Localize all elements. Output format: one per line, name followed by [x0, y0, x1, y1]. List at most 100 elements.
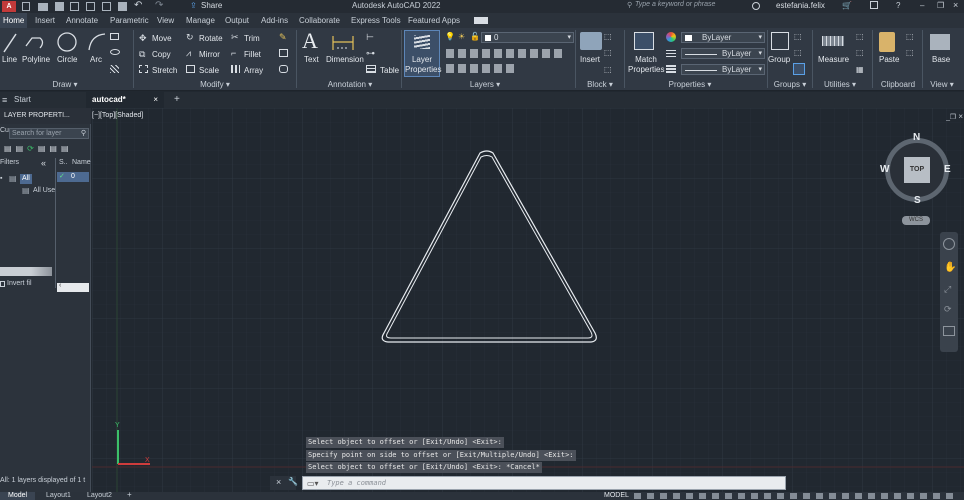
customize-icon[interactable]: 🔧: [288, 477, 298, 486]
tab-active-drawing[interactable]: autocad* ×: [86, 92, 164, 108]
utilities-panel-label[interactable]: Utilities ▾: [818, 79, 862, 90]
web-icon[interactable]: [86, 2, 95, 11]
layer-row[interactable]: ✓ 0: [57, 172, 89, 182]
layers-panel-label[interactable]: Layers ▾: [455, 79, 515, 90]
redo-icon[interactable]: ↷: [155, 0, 163, 11]
tab-view[interactable]: View: [157, 13, 174, 28]
select-all-icon[interactable]: ⬚: [856, 48, 864, 57]
layers-scrollbar[interactable]: ‹: [57, 282, 89, 292]
text-button[interactable]: Text: [304, 55, 319, 65]
layer-lock-icon[interactable]: 🔓: [470, 32, 480, 41]
new-layer-icon[interactable]: ▤: [38, 144, 46, 154]
model-space-toggle[interactable]: MODEL: [604, 492, 629, 500]
groups-panel-label[interactable]: Groups ▾: [770, 79, 810, 90]
viewport-restore-icon[interactable]: ❐: [950, 113, 956, 121]
mirror-button[interactable]: Mirror: [199, 50, 220, 60]
compass-south[interactable]: S: [914, 195, 921, 206]
base-button[interactable]: Base: [932, 55, 950, 65]
compass-north[interactable]: N: [913, 132, 920, 143]
collapse-filters-icon[interactable]: «: [41, 158, 46, 168]
command-prompt-icon[interactable]: ▭▾: [307, 477, 319, 490]
tab-add-ins[interactable]: Add-ins: [261, 13, 288, 28]
tab-express-tools[interactable]: Express Tools: [351, 13, 401, 28]
pan-icon[interactable]: ✋: [944, 262, 956, 273]
menu-icon[interactable]: ≡: [2, 95, 7, 105]
layer-on-icon[interactable]: 💡: [445, 32, 455, 41]
hatch-icon[interactable]: [110, 65, 119, 73]
minimize-icon[interactable]: –: [920, 1, 924, 10]
edit-attributes-icon[interactable]: ⬚: [604, 65, 612, 74]
new-tab-icon[interactable]: +: [168, 92, 186, 108]
tab-layout1[interactable]: Layout1: [46, 492, 71, 500]
share-button[interactable]: Share: [201, 1, 222, 10]
new-file-icon[interactable]: [22, 2, 30, 11]
tab-start[interactable]: Start: [8, 92, 37, 108]
user-name[interactable]: estefania.felix: [776, 1, 825, 10]
viewport-close-icon[interactable]: ×: [958, 112, 963, 121]
plot-icon[interactable]: [102, 2, 111, 11]
group-button[interactable]: Group: [768, 55, 790, 65]
layer-properties-button[interactable]: Layer Properties: [404, 30, 441, 77]
command-line-handle[interactable]: × 🔧: [270, 476, 298, 490]
steering-wheel-icon[interactable]: [943, 238, 955, 250]
layer-dropdown[interactable]: 0 ▾: [481, 32, 574, 43]
trim-button[interactable]: Trim: [244, 34, 260, 44]
rotate-button[interactable]: Rotate: [199, 34, 223, 44]
tab-annotate[interactable]: Annotate: [66, 13, 98, 28]
ellipse-icon[interactable]: [110, 49, 120, 55]
arc-button[interactable]: Arc: [90, 55, 102, 65]
invert-filter-checkbox[interactable]: [0, 281, 5, 287]
tab-output[interactable]: Output: [225, 13, 249, 28]
viewport-controls-label[interactable]: [−][Top][Shaded]: [92, 112, 143, 119]
save-as-icon[interactable]: [70, 2, 79, 11]
tab-layout2[interactable]: Layout2: [87, 492, 112, 500]
tab-model[interactable]: Model: [0, 492, 36, 500]
drawing-viewport[interactable]: Y X [−][Top][Shaded] _ ❐ × TOP N S E W W…: [92, 108, 964, 492]
offset-icon[interactable]: [279, 65, 288, 73]
wcs-menu[interactable]: WCS: [902, 216, 930, 225]
refresh-icon[interactable]: ⟳: [27, 144, 34, 154]
lineweight-dropdown[interactable]: ByLayer ▾: [681, 64, 765, 75]
compass-east[interactable]: E: [944, 164, 951, 175]
calculator-icon[interactable]: ▦: [856, 65, 864, 74]
new-property-filter-icon[interactable]: ▤: [4, 144, 12, 154]
filter-all-used[interactable]: All Use: [33, 187, 55, 194]
save-icon[interactable]: [55, 2, 64, 11]
viewcube-top-face[interactable]: TOP: [904, 157, 930, 183]
draw-panel-label[interactable]: Draw ▾: [40, 79, 90, 90]
new-group-filter-icon[interactable]: ▤: [16, 144, 24, 154]
match-properties-button[interactable]: Match: [630, 55, 662, 65]
dim-style-icon[interactable]: ⊶: [366, 48, 375, 59]
help-icon[interactable]: ?: [896, 1, 900, 10]
scroll-left-icon[interactable]: ‹: [59, 282, 61, 289]
help-search-input[interactable]: Type a keyword or phrase: [635, 1, 715, 8]
showmotion-icon[interactable]: [943, 326, 955, 336]
close-tab-icon[interactable]: ×: [153, 92, 158, 108]
layer-freeze-icon[interactable]: ☀: [458, 32, 465, 41]
polyline-button[interactable]: Polyline: [22, 55, 50, 65]
cut-icon[interactable]: ⬚: [906, 32, 914, 41]
explode-icon[interactable]: [279, 49, 288, 57]
status-toggle-icons[interactable]: [634, 493, 954, 499]
stretch-button[interactable]: Stretch: [152, 66, 177, 76]
tab-manage[interactable]: Manage: [186, 13, 215, 28]
measure-button[interactable]: Measure: [818, 55, 849, 65]
linetype-dropdown[interactable]: ByLayer ▾: [681, 48, 765, 59]
add-layout-icon[interactable]: +: [127, 491, 132, 499]
delete-layer-icon[interactable]: ▤: [61, 144, 69, 154]
quick-select-icon[interactable]: ⬚: [856, 32, 864, 41]
properties-panel-label[interactable]: Properties ▾: [665, 79, 715, 90]
block-panel-label[interactable]: Block ▾: [580, 79, 620, 90]
tab-insert[interactable]: Insert: [35, 13, 55, 28]
orbit-icon[interactable]: ⟳: [944, 304, 952, 315]
zoom-extents-icon[interactable]: ⤢: [944, 284, 951, 295]
annotation-panel-label[interactable]: Annotation ▾: [318, 79, 382, 90]
scale-button[interactable]: Scale: [199, 66, 219, 76]
command-input[interactable]: ▭▾ Type a command: [302, 476, 786, 490]
color-dropdown[interactable]: ByLayer ▾: [681, 32, 765, 43]
drawing-canvas[interactable]: Y X: [92, 108, 964, 492]
copy-button[interactable]: Copy: [152, 50, 171, 60]
leader-icon[interactable]: ⊢: [366, 32, 374, 43]
insert-button[interactable]: Insert: [580, 55, 600, 65]
close-command-line-icon[interactable]: ×: [276, 477, 281, 487]
